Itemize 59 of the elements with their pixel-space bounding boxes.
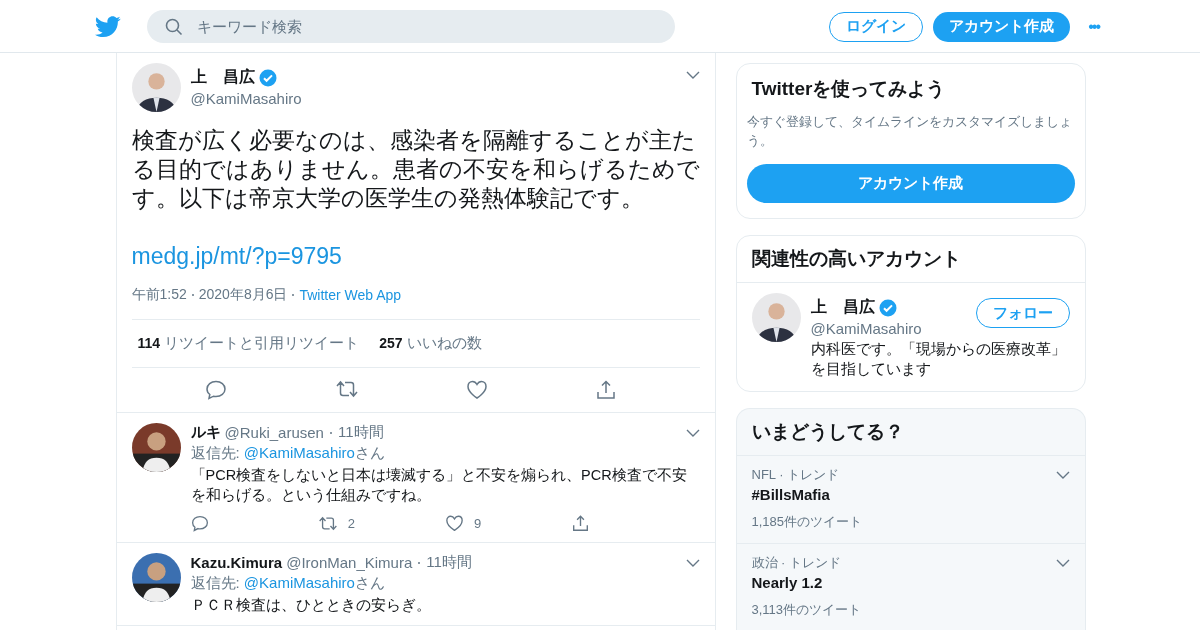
retweet-count: 2 — [347, 516, 355, 531]
mention-link[interactable]: @KamiMasahiro — [243, 444, 355, 461]
login-button[interactable]: ログイン — [829, 11, 924, 42]
search-icon — [165, 18, 183, 36]
retweet-icon[interactable] — [334, 380, 359, 398]
user-name[interactable]: Kazu.Kimura — [190, 554, 283, 571]
user-handle[interactable]: @Ruki_arusen — [224, 424, 324, 441]
user-bio: 内科医です。「現場からの医療改革」を目指しています — [810, 339, 1067, 379]
user-handle[interactable]: @KamiMasahiro — [810, 320, 922, 337]
tweet-age: 11時間 — [337, 423, 384, 442]
tweet-count: 1,185件のツイート — [751, 513, 864, 531]
like-stat[interactable]: 257 いいねの数 — [379, 334, 482, 353]
share-icon[interactable] — [572, 515, 590, 532]
card-title: 関連性の高いアカウント — [736, 236, 1085, 283]
tweet-time: 午前1:52 — [131, 286, 187, 304]
user-handle[interactable]: @IronMan_Kimura — [286, 554, 413, 571]
trend-topic[interactable]: #BillsMafia — [751, 486, 1070, 503]
heart-icon[interactable] — [466, 380, 489, 400]
like-count: 9 — [474, 516, 482, 531]
tweet-date: 2020年8月6日 — [198, 286, 288, 304]
card-title: いまどうしてる？ — [736, 409, 1085, 456]
chevron-down-icon[interactable] — [685, 558, 700, 567]
tweet-link[interactable]: medg.jp/mt/?p=9795 — [131, 243, 700, 270]
trend-topic[interactable]: Nearly 1.2 — [751, 574, 1070, 591]
user-handle[interactable]: @KamiMasahiro — [190, 90, 302, 107]
reply-to-label: 返信先: — [190, 574, 240, 591]
search-field[interactable]: キーワード検索 — [147, 10, 675, 43]
reply-icon[interactable] — [205, 380, 228, 400]
signup-button[interactable]: アカウント作成 — [933, 11, 1071, 42]
trend-context: 政治 · トレンド — [751, 554, 842, 572]
chevron-down-icon[interactable] — [1055, 559, 1070, 567]
tweet-age: 11時間 — [426, 553, 472, 572]
chevron-down-icon[interactable] — [1055, 471, 1070, 479]
reply-to-suffix: さん — [354, 574, 385, 591]
retweet-stat[interactable]: 114 リツイートと引用リツイート — [137, 334, 360, 353]
heart-icon[interactable] — [445, 515, 464, 532]
reply-to-suffix: さん — [354, 444, 385, 461]
follow-button[interactable]: フォロー — [975, 298, 1070, 328]
bird-logo-icon[interactable] — [95, 15, 121, 38]
reply-text: 「PCR検査をしないと日本は壊滅する」と不安を煽られ、PCR検査で不安を和らげる。という仕組みですね。 — [190, 466, 688, 505]
user-name[interactable]: 上 昌広 — [810, 297, 875, 318]
retweet-icon[interactable] — [317, 516, 338, 531]
trend-context: NFL · トレンド — [751, 466, 840, 484]
card-subtitle: 今すぐ登録して、タイムラインをカスタマイズしましょう。 — [746, 113, 1073, 150]
mention-link[interactable]: @KamiMasahiro — [243, 574, 355, 591]
user-name[interactable]: 上 昌広 — [190, 67, 255, 88]
share-icon[interactable] — [595, 380, 616, 400]
tweet-count: 3,113件のツイート — [751, 601, 863, 619]
reply-text: ＰＣＲ検査は、ひとときの安らぎ。 — [190, 596, 432, 615]
tweet-text: 検査が広く必要なのは、感染者を隔離することが主たる目的ではありません。患者の不安を和らげるためです。以下は帝京大学の医学生の発熱体験記です。 — [131, 127, 701, 213]
reply-to-label: 返信先: — [190, 444, 240, 461]
card-title: Twitterを使ってみよう — [751, 77, 947, 101]
chevron-down-icon[interactable] — [685, 71, 700, 79]
source-link[interactable]: Twitter Web App — [299, 287, 402, 303]
signup-button[interactable]: アカウント作成 — [746, 164, 1075, 203]
chevron-down-icon[interactable] — [685, 428, 700, 437]
user-name[interactable]: ルキ — [190, 423, 221, 442]
reply-icon[interactable] — [190, 515, 209, 532]
more-button[interactable]: ••• — [1082, 17, 1105, 36]
